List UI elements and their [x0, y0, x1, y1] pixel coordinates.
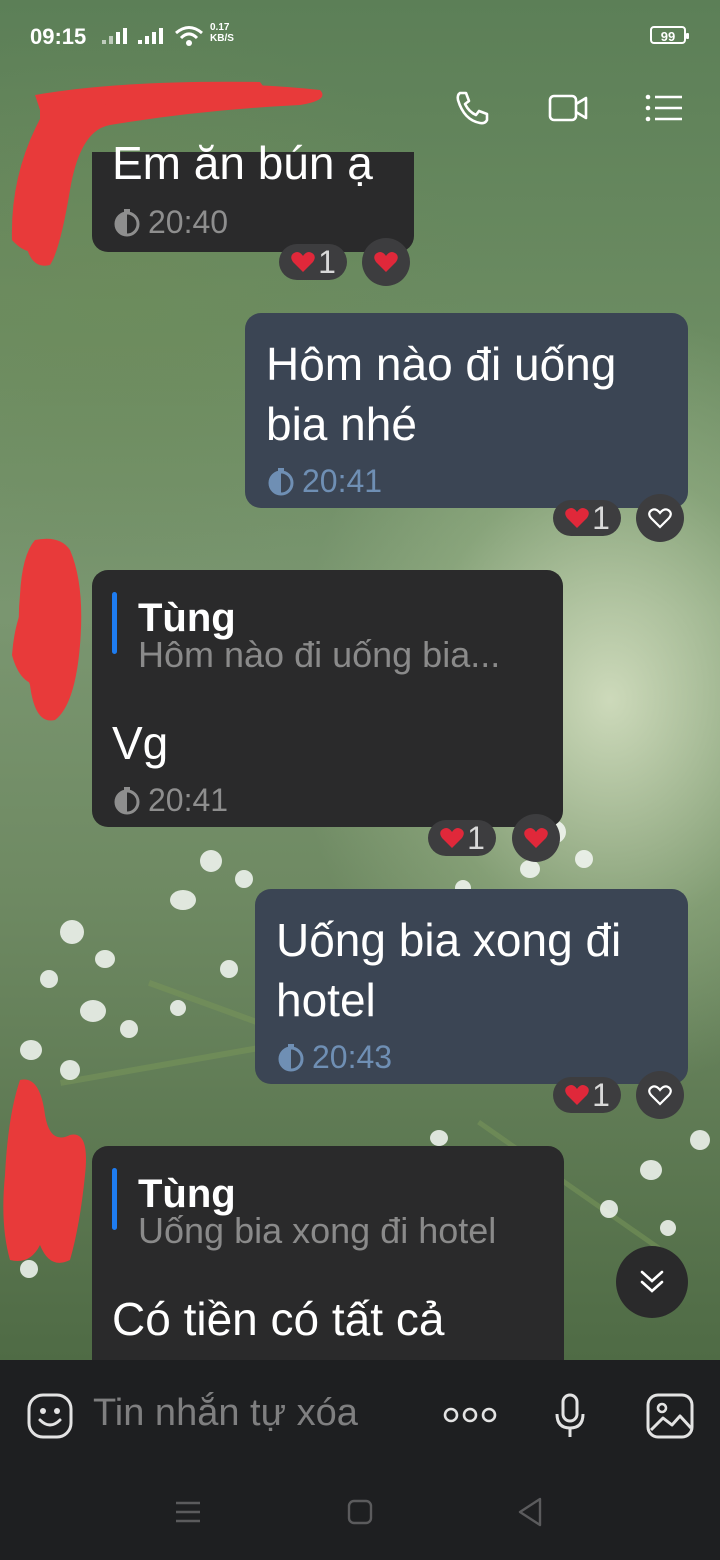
video-call-icon[interactable] — [548, 88, 588, 128]
self-destruct-timer-icon — [114, 786, 140, 814]
redaction-scribble — [12, 538, 82, 721]
quote-text: Hôm nào đi uống bia... — [138, 634, 501, 675]
reaction-count-pill[interactable]: 1 — [553, 500, 621, 536]
quote-accent-bar — [112, 1168, 117, 1230]
network-speed: 0.17 KB/S — [210, 22, 234, 44]
network-speed-unit: KB/S — [210, 33, 234, 44]
network-speed-value: 0.17 — [210, 22, 230, 33]
double-chevron-down-icon — [640, 1270, 664, 1293]
quote-accent-bar — [112, 592, 117, 654]
message-text-line-1: Hôm nào đi uống — [266, 338, 617, 390]
message-time-text: 20:41 — [148, 782, 229, 818]
redaction-scribble — [11, 81, 323, 266]
wifi-icon — [175, 26, 203, 46]
message-time-text: 20:41 — [302, 463, 383, 499]
message-time: 20:41 — [266, 463, 382, 500]
phone-icon[interactable] — [452, 88, 492, 128]
self-destruct-timer-icon — [278, 1043, 304, 1071]
message-time: 20:43 — [276, 1039, 392, 1076]
self-destruct-timer-icon — [268, 467, 294, 495]
heart-icon — [440, 828, 464, 848]
message-time: 20:41 — [112, 782, 228, 819]
heart-outline-icon — [648, 1085, 672, 1106]
status-bar: 09:15 0.17 KB/S 99 — [0, 0, 720, 72]
react-heart-button[interactable] — [636, 1071, 684, 1119]
reaction-count: 1 — [467, 819, 485, 856]
scroll-to-bottom-button[interactable] — [616, 1246, 688, 1318]
message-time-text: 20:43 — [312, 1039, 393, 1075]
react-heart-button[interactable] — [362, 238, 410, 286]
signal-strength-icon-2 — [138, 28, 163, 44]
image-icon[interactable] — [645, 1392, 695, 1440]
message-text-line-2: bia nhé — [266, 398, 417, 450]
message-text: Vg — [112, 717, 169, 769]
message-input[interactable]: Tin nhắn tự xóa — [93, 1392, 358, 1435]
reaction-count: 1 — [592, 499, 610, 536]
menu-list-icon[interactable] — [644, 88, 684, 128]
message-text-line-1: Uống bia xong đi — [276, 914, 622, 966]
microphone-icon[interactable] — [553, 1392, 587, 1440]
status-time: 09:15 — [30, 24, 87, 49]
reaction-count-pill[interactable]: 1 — [553, 1077, 621, 1113]
heart-filled-icon — [374, 252, 398, 272]
message-text-line-2: hotel — [276, 974, 376, 1026]
react-heart-button[interactable] — [512, 814, 560, 862]
message-bubble[interactable]: Hôm nào đi uống bia nhé 20:41 — [245, 313, 688, 508]
heart-icon — [565, 508, 589, 528]
react-heart-button[interactable] — [636, 494, 684, 542]
reaction-count-pill[interactable]: 1 — [428, 820, 496, 856]
message-bubble[interactable]: Tùng Uống bia xong đi hotel Có tiền có t… — [92, 1146, 564, 1360]
recents-icon[interactable] — [174, 1500, 202, 1524]
more-options-icon[interactable] — [443, 1403, 497, 1427]
quote-text: Uống bia xong đi hotel — [138, 1210, 497, 1251]
message-bubble[interactable]: Tùng Hôm nào đi uống bia... Vg 20:41 — [92, 570, 563, 827]
emoji-icon[interactable] — [26, 1392, 74, 1440]
battery-indicator: 99 — [650, 26, 689, 44]
heart-filled-icon — [524, 828, 548, 848]
heart-outline-icon — [648, 508, 672, 529]
message-bubble[interactable]: Uống bia xong đi hotel 20:43 — [255, 889, 688, 1084]
home-icon[interactable] — [346, 1498, 374, 1526]
message-text: Có tiền có tất cả — [112, 1293, 445, 1345]
heart-icon — [565, 1085, 589, 1105]
back-icon[interactable] — [516, 1496, 544, 1528]
reaction-count: 1 — [592, 1076, 610, 1113]
signal-strength-icon — [102, 28, 127, 44]
redaction-scribble — [3, 1079, 86, 1263]
